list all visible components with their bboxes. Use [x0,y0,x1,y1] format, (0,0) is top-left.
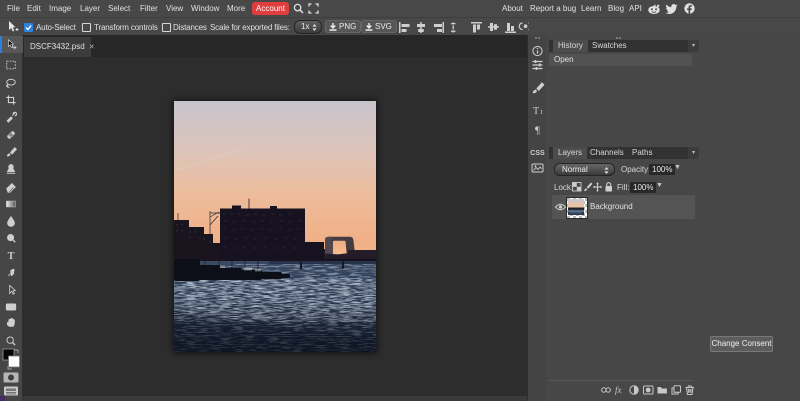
svg-text:¶: ¶ [535,125,540,137]
svg-text:CSS: CSS [530,150,545,157]
svg-text:T: T [8,251,15,262]
svg-text:t: t [540,107,543,116]
svg-text:fx: fx [615,385,622,395]
svg-text:T: T [533,106,539,117]
